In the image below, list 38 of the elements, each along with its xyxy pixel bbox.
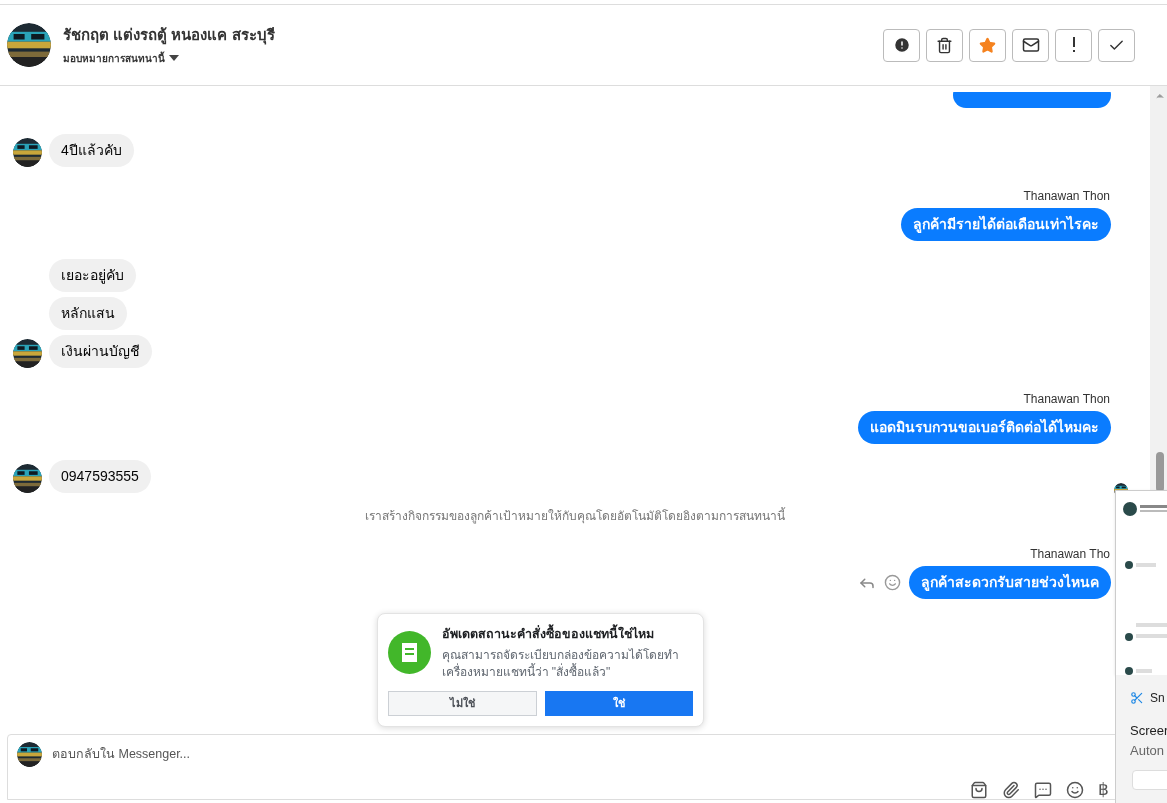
trash-icon bbox=[936, 36, 953, 54]
assign-dropdown[interactable]: มอบหมายการสนทนานี้ bbox=[63, 50, 275, 66]
emoji-icon[interactable] bbox=[1066, 780, 1084, 799]
reply-field[interactable]: ตอบกลับใน Messenger... bbox=[52, 745, 652, 764]
contact-name: รัชกฤต แต่งรถตู้ หนองแค สระบุรี bbox=[63, 25, 275, 47]
toolbar-button[interactable] bbox=[926, 28, 963, 62]
receipt-icon bbox=[387, 631, 431, 674]
exclamation-icon bbox=[1071, 37, 1076, 53]
message-bubble: แอดมินรบกวนขอเบอร์ติดต่อได้ไหมคะ bbox=[858, 411, 1111, 444]
sender-name: Thanawan Tho bbox=[1030, 546, 1110, 563]
message-bubble: หลักแสน bbox=[49, 297, 127, 330]
toolbar-button[interactable] bbox=[883, 28, 920, 62]
message-bubble: ลูกค้ามีรายได้ต่อเดือนเท่าไรคะ bbox=[901, 208, 1111, 241]
paperclip-icon[interactable] bbox=[1002, 780, 1020, 799]
message-bubble: 4ปีแล้วคับ bbox=[49, 134, 134, 167]
bag-icon[interactable] bbox=[970, 780, 988, 799]
chat-icon[interactable] bbox=[1034, 780, 1052, 799]
message-bubble: ลูกค้าสะดวกรับสายช่วงไหนค bbox=[909, 566, 1111, 599]
sender-name: Thanawan Thon bbox=[1023, 391, 1110, 408]
prompt-text: คุณสามารถจัดระเบียบกล่องข้อความได้โดยทำเครื่องหมายแชทนี้ว่า "สั่งซื้อแล้ว" bbox=[441, 646, 680, 681]
envelope-icon bbox=[1021, 36, 1040, 54]
message-bubble: 0947593555 bbox=[49, 460, 151, 493]
confirm-button[interactable]: ใช่ bbox=[545, 690, 693, 716]
scroll-thumb[interactable] bbox=[1156, 452, 1164, 492]
prompt-title: อัพเดตสถานะคำสั่งซื้อของแชทนี้ใช่ไหม bbox=[441, 625, 692, 644]
message-bubble: เงินผ่านบัญชี bbox=[49, 335, 152, 368]
baht-button[interactable]: ฿ bbox=[1098, 777, 1109, 803]
sender-name: Thanawan Thon bbox=[1023, 188, 1110, 205]
scissors-icon bbox=[1130, 691, 1144, 705]
decline-button[interactable]: ไม่ใช่ bbox=[387, 690, 537, 716]
alert-icon bbox=[892, 36, 911, 54]
toolbar-button[interactable] bbox=[1012, 28, 1049, 62]
notification-text: Auton bbox=[1130, 741, 1165, 760]
star-icon bbox=[979, 36, 996, 54]
caret-icon bbox=[169, 55, 179, 62]
system-message: เราสร้างกิจกรรมของลูกค้าเป้าหมายให้กับคุณโดยอัตโนมัติโดยอิงตามการสนทนานี้ bbox=[365, 507, 785, 525]
message-bubble: เยอะอยู่คับ bbox=[49, 259, 136, 292]
app-name: Sn bbox=[1150, 690, 1165, 707]
